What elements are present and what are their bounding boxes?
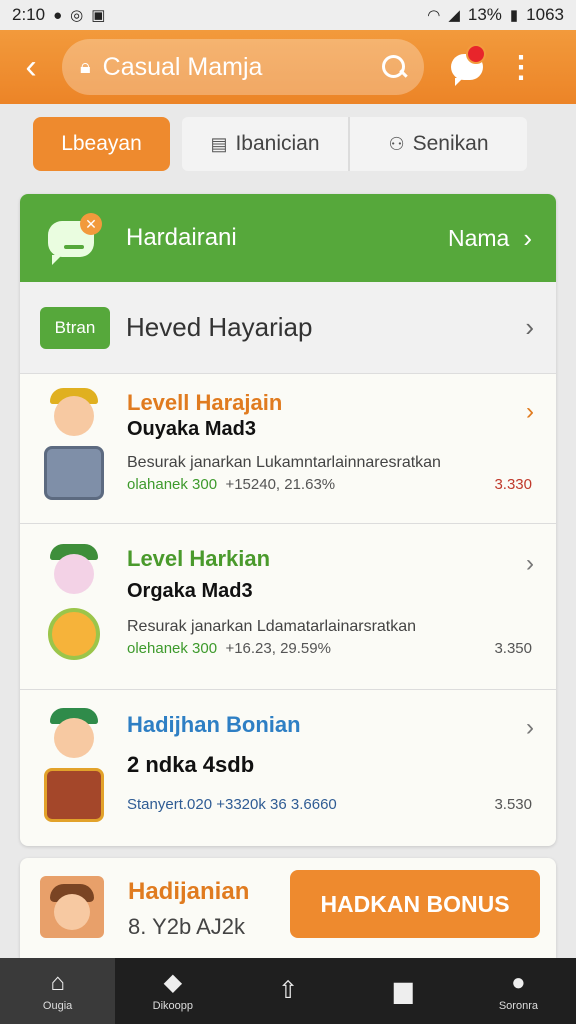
item-meta: olehanek 300 +16.23, 29.59% — [127, 640, 331, 657]
item-meta-green: olehanek 300 — [127, 640, 218, 657]
image-icon: ▣ — [91, 7, 106, 24]
claim-bonus-button[interactable]: HADKAN BONUS — [290, 870, 540, 938]
chevron-right-icon: › — [523, 222, 532, 253]
more-vert-icon[interactable]: ⋮ — [498, 30, 544, 104]
tab-label: Lbeayan — [61, 132, 142, 155]
tab-label: Ibanician — [235, 132, 320, 155]
item-meta-rest: +16.23, 29.59% — [225, 640, 331, 657]
wifi-icon: ◠ — [427, 7, 441, 24]
treasure-chest-icon — [44, 768, 104, 822]
avatar-icon — [54, 718, 94, 758]
item-title: Hadijhan Bonian — [127, 712, 301, 737]
list-item[interactable]: Levell Harajain Ouyaka Mad3 Besurak jana… — [20, 374, 556, 524]
sync-icon: ◎ — [70, 7, 84, 24]
character-avatar — [40, 876, 104, 938]
item-title: Level Harkian — [127, 546, 271, 571]
item-meta-green: olahanek 300 — [127, 476, 218, 493]
gift-icon: ▆ — [393, 977, 413, 1004]
nav-discover[interactable]: ◆ Dikoopp — [115, 958, 230, 1024]
item-title: Levell Harajain — [127, 390, 283, 415]
home-icon: ⌂ — [50, 969, 65, 996]
list-item[interactable]: Level Harkian Orgaka Mad3 Resurak janark… — [20, 524, 556, 690]
list-item[interactable]: Hadijhan Bonian 2 ndka 4sdb Stanyert.020… — [20, 690, 556, 846]
nav-label: Ougia — [42, 1000, 73, 1012]
person-icon: ⚇ — [388, 133, 405, 154]
item-meta: Stanyert.020 +3320k 36 3.6660 — [127, 796, 337, 813]
sun-icon — [48, 608, 100, 660]
nav-gift[interactable]: ▆ — [346, 958, 461, 1024]
device-icon — [44, 446, 104, 500]
header-title: Hardairani — [126, 224, 237, 251]
profile-icon: ● — [511, 969, 526, 996]
nav-profile[interactable]: ● Soronra — [461, 958, 576, 1024]
avatar-icon — [54, 554, 94, 594]
notification-icon: ● — [53, 6, 63, 24]
green-header[interactable]: ✕ Hardairani Nama › — [20, 194, 556, 282]
item-subtitle: 2 ndka 4sdb — [127, 752, 255, 777]
app-bar: ‹ 🔒︎ Casual Mamja ⋮ — [0, 30, 576, 104]
bonus-card: Hadijanian 8. Y2b AJ2k HADKAN BONUS — [20, 858, 556, 958]
status-clock: 1063 — [526, 5, 564, 24]
chevron-right-icon: › — [525, 312, 534, 342]
nav-share[interactable]: ⇧ — [230, 958, 345, 1024]
tag-icon: ◆ — [163, 969, 183, 996]
app-title: Casual Mamja — [102, 52, 263, 81]
item-subtitle: Ouyaka Mad3 — [127, 418, 256, 440]
battery-icon: ▮ — [509, 7, 519, 24]
battery-percent: 13% — [467, 5, 502, 24]
search-icon[interactable] — [380, 53, 408, 81]
chevron-right-icon: › — [526, 398, 534, 425]
item-value: 3.330 — [494, 476, 532, 493]
tab-lbeayan[interactable]: Lbeayan — [33, 117, 170, 171]
tab-label: Senikan — [412, 132, 489, 155]
tab-ibanician[interactable]: ▤ Ibanician — [182, 117, 350, 171]
item-value: 3.350 — [494, 640, 532, 657]
item-value: 3.530 — [494, 796, 532, 813]
chevron-right-icon: › — [526, 550, 534, 577]
book-icon: ▤ — [210, 133, 228, 154]
chat-notification-icon[interactable] — [436, 30, 498, 104]
chevron-right-icon: › — [526, 714, 534, 741]
tab-senikan[interactable]: ⚇ Senikan — [350, 117, 527, 171]
item-meta-rest: +15240, 21.63% — [225, 476, 336, 493]
back-arrow-icon[interactable]: ‹ — [0, 30, 62, 104]
item-subtitle: Orgaka Mad3 — [127, 580, 253, 602]
section-badge: Btran — [40, 306, 110, 349]
item-description: Besurak janarkan Lukamntarlainnaresratka… — [127, 454, 441, 471]
nav-label: Soronra — [498, 1000, 538, 1012]
tab-bar: Lbeayan ▤ Ibanician ⚇ Senikan — [33, 117, 527, 171]
bonus-subtitle: 8. Y2b AJ2k — [128, 914, 246, 939]
item-meta: olahanek 300 +15240, 21.63% — [127, 476, 335, 493]
avatar-icon — [54, 396, 94, 436]
chat-bubble-icon: ✕ — [44, 213, 102, 265]
item-description: Resurak janarkan Ldamatarlainarsratkan — [127, 618, 417, 635]
signal-icon: ◢ — [448, 7, 460, 24]
lock-icon: 🔒︎ — [80, 55, 91, 78]
search-bar[interactable]: 🔒︎ Casual Mamja — [62, 39, 424, 95]
header-link[interactable]: Nama — [448, 225, 509, 252]
section-row[interactable]: Btran Heved Hayariap › — [20, 282, 556, 374]
notification-dot — [466, 44, 486, 64]
rewards-card: ✕ Hardairani Nama › Btran Heved Hayariap… — [20, 194, 556, 846]
status-bar: 2:10 ● ◎ ▣ ◠ ◢ 13% ▮ 1063 — [0, 0, 576, 30]
bottom-nav: ⌂ Ougia ◆ Dikoopp ⇧ ▆ ● Soronra — [0, 958, 576, 1024]
status-time: 2:10 — [12, 5, 46, 24]
share-icon: ⇧ — [277, 977, 299, 1004]
nav-home[interactable]: ⌂ Ougia — [0, 958, 116, 1024]
section-title: Heved Hayariap — [126, 312, 313, 342]
nav-label: Dikoopp — [152, 1000, 193, 1012]
bonus-title: Hadijanian — [128, 878, 250, 905]
